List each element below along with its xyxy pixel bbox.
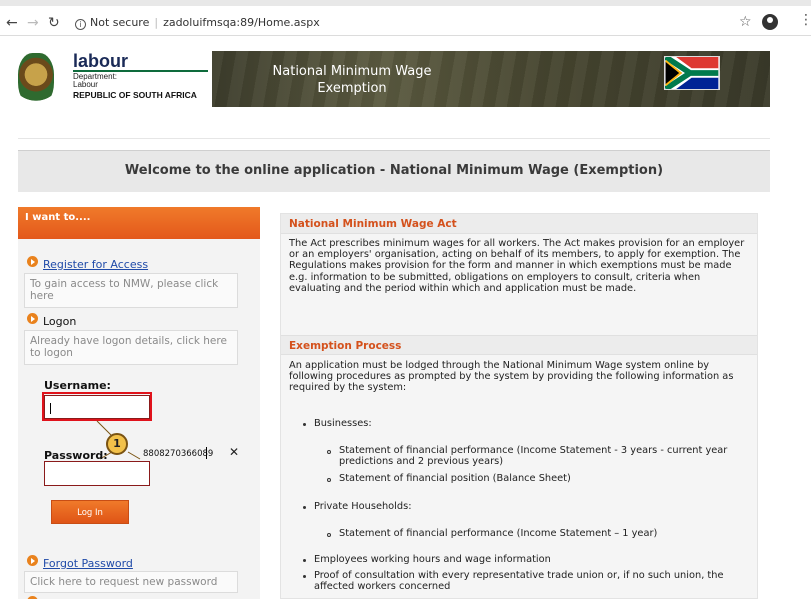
list-item-private-households: Private Households:: [314, 501, 412, 512]
list-item-businesses: Businesses:: [314, 418, 372, 429]
south-africa-flag-icon: [664, 56, 720, 90]
coat-of-arms-icon: [18, 53, 54, 107]
left-panel-title: I want to....: [18, 207, 260, 239]
logo-country-text: REPUBLIC OF SOUTH AFRICA: [73, 90, 197, 100]
header-banner: National Minimum Wage Exemption: [212, 51, 770, 107]
logon-label[interactable]: Logon: [43, 315, 76, 328]
password-caret: [206, 447, 207, 459]
password-input[interactable]: [44, 461, 150, 486]
list-item-employees-hours: Employees working hours and wage informa…: [314, 554, 551, 565]
forgot-bullet-icon: [27, 555, 38, 566]
username-highlight-box: [42, 392, 152, 421]
list-bullet-icon: [303, 423, 306, 426]
list-bullet-icon: [303, 575, 306, 578]
sublist-bullet-icon: [327, 533, 331, 537]
list-bullet-icon: [303, 559, 306, 562]
list-bullet-icon: [303, 506, 306, 509]
list-item-balance-sheet: Statement of financial position (Balance…: [339, 473, 571, 484]
welcome-heading: Welcome to the online application - Nati…: [18, 150, 770, 192]
banner-title-line2: Exemption: [317, 81, 387, 96]
logo-department-text: Department: Labour: [73, 73, 117, 89]
logon-bullet-icon: [27, 313, 38, 324]
clear-icon[interactable]: ✕: [229, 446, 239, 458]
more-menu-icon[interactable]: ⋮: [799, 13, 811, 27]
forgot-password-link[interactable]: Forgot Password: [43, 557, 133, 570]
step-callout-badge: 1: [106, 433, 128, 455]
account-icon[interactable]: [762, 14, 778, 30]
address-separator: |: [154, 16, 159, 29]
forgot-password-hint[interactable]: Click here to request new password: [24, 571, 238, 593]
list-item-proof-of-consultation: Proof of consultation with every represe…: [314, 570, 724, 593]
banner-title: National Minimum Wage Exemption: [252, 63, 452, 97]
address-bar[interactable]: i Not secure | zadoluifmsqa:89/Home.aspx: [75, 11, 775, 35]
info-panel: National Minimum Wage Act The Act prescr…: [280, 213, 758, 599]
log-in-button[interactable]: Log In: [51, 500, 129, 524]
tab-strip: [0, 0, 811, 6]
register-bullet-icon: [27, 256, 38, 267]
exemption-process-text: An application must be lodged through th…: [289, 360, 734, 394]
list-item-income-statement-1yr: Statement of financial performance (Inco…: [339, 528, 658, 539]
header-divider: [18, 138, 770, 139]
reload-icon[interactable]: ↻: [48, 15, 60, 31]
info-icon[interactable]: i: [75, 19, 86, 30]
browser-toolbar: ← → ↻ i Not secure | zadoluifmsqa:89/Home.a…: [0, 0, 811, 36]
sublist-bullet-icon: [327, 450, 331, 454]
list-item-income-statement-3yr: Statement of financial performance (Inco…: [339, 445, 728, 468]
forward-icon[interactable]: →: [27, 15, 39, 31]
not-secure-label: Not secure: [90, 16, 150, 29]
bookmark-star-icon[interactable]: ☆: [739, 15, 752, 29]
back-icon[interactable]: ←: [6, 15, 18, 31]
act-text: The Act prescribes minimum wages for all…: [289, 238, 745, 294]
register-for-access-link[interactable]: Register for Access: [43, 258, 148, 271]
username-label: Username:: [44, 379, 111, 392]
sublist-bullet-icon: [327, 478, 331, 482]
logo-labour-text: labour: [73, 51, 129, 71]
logon-hint[interactable]: Already have logon details, click here t…: [24, 330, 238, 365]
register-hint[interactable]: To gain access to NMW, please click here: [24, 273, 238, 308]
department-logo: labour Department: Labour REPUBLIC OF SO…: [18, 51, 208, 109]
password-value-text: 8808270366089: [143, 449, 214, 459]
act-heading: National Minimum Wage Act: [281, 214, 757, 234]
url-text[interactable]: zadoluifmsqa:89/Home.aspx: [163, 16, 320, 29]
banner-title-line1: National Minimum Wage: [272, 64, 432, 79]
exemption-process-heading: Exemption Process: [281, 335, 757, 355]
logo-labour-small: Labour: [73, 80, 98, 89]
